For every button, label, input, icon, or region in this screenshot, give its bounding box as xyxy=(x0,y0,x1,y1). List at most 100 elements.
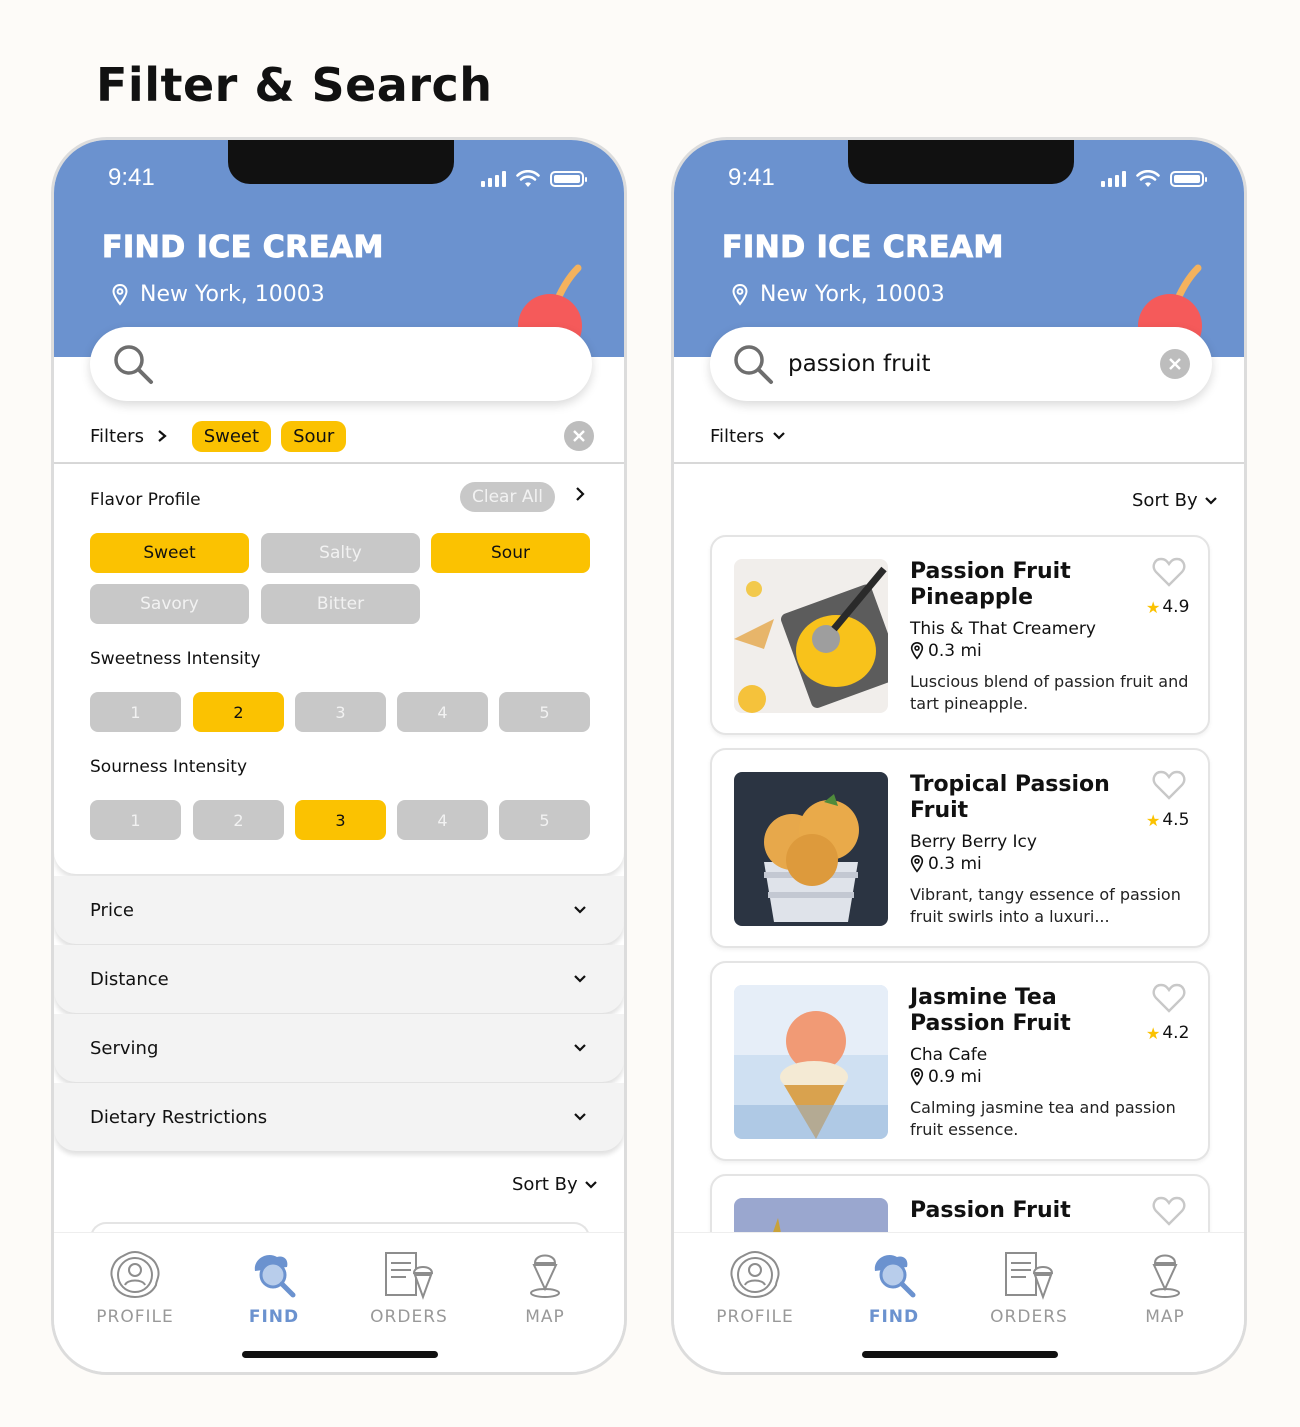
filters-label: Filters xyxy=(90,425,144,447)
tab-orders[interactable]: ORDERS xyxy=(974,1249,1084,1327)
sweetness-2[interactable]: 2 xyxy=(193,692,284,732)
heart-icon[interactable] xyxy=(1152,770,1186,800)
find-icon xyxy=(874,1254,916,1298)
clear-all-button[interactable]: Clear All xyxy=(460,482,555,512)
result-card[interactable]: Passion Fruit Pineapple ★ 4.9 This & That… xyxy=(710,535,1210,735)
status-time: 9:41 xyxy=(108,164,155,191)
location[interactable]: New York, 10003 xyxy=(112,282,325,307)
chevron-down-icon xyxy=(772,431,785,440)
tab-find[interactable]: FIND xyxy=(839,1249,949,1327)
header: 9:41 FIND ICE CREAM New York, 10003 xyxy=(54,140,624,358)
wifi-icon xyxy=(516,170,540,187)
sort-by-button[interactable]: Sort By xyxy=(1132,490,1218,511)
chevron-right-icon[interactable] xyxy=(574,486,586,502)
heart-icon[interactable] xyxy=(1152,983,1186,1013)
chevron-right-icon xyxy=(157,429,167,442)
accordion-label: Serving xyxy=(90,1037,159,1059)
tab-profile[interactable]: PROFILE xyxy=(700,1249,810,1327)
app-title: FIND ICE CREAM xyxy=(722,230,1004,266)
tab-label: MAP xyxy=(1145,1307,1185,1327)
clear-search-button[interactable] xyxy=(1160,349,1190,379)
tab-map[interactable]: MAP xyxy=(1110,1249,1220,1327)
ice-cream-photo xyxy=(734,559,888,713)
accordion-price[interactable]: Price xyxy=(54,876,624,944)
tab-map[interactable]: MAP xyxy=(490,1249,600,1327)
location-text: New York, 10003 xyxy=(760,282,945,307)
tab-label: FIND xyxy=(248,1307,300,1327)
shop-name: This & That Creamery xyxy=(910,619,1096,639)
tab-label: PROFILE xyxy=(96,1307,174,1327)
chip-sour[interactable]: Sour xyxy=(281,420,347,452)
star-icon: ★ xyxy=(1146,597,1161,617)
distance-value: 0.3 mi xyxy=(928,854,982,874)
flavor-sour[interactable]: Sour xyxy=(431,533,590,573)
tab-label: FIND xyxy=(868,1307,920,1327)
filters-label: Filters xyxy=(710,425,764,447)
location[interactable]: New York, 10003 xyxy=(732,282,945,307)
chevron-down-icon xyxy=(584,1180,597,1189)
search-bar[interactable] xyxy=(90,327,592,401)
accordion-distance[interactable]: Distance xyxy=(54,945,624,1013)
orders-icon xyxy=(1005,1252,1054,1300)
tab-label: PROFILE xyxy=(716,1307,794,1327)
flavor-salty[interactable]: Salty xyxy=(261,533,420,573)
flavor-sweet[interactable]: Sweet xyxy=(90,533,249,573)
sweetness-1[interactable]: 1 xyxy=(90,692,181,732)
sweetness-5[interactable]: 5 xyxy=(499,692,590,732)
flavor-bitter[interactable]: Bitter xyxy=(261,584,420,624)
filters-row: Filters Sweet Sour xyxy=(90,416,594,456)
wifi-icon xyxy=(1136,170,1160,187)
sourness-4[interactable]: 4 xyxy=(397,800,488,840)
status-icons xyxy=(481,170,587,188)
tab-profile[interactable]: PROFILE xyxy=(80,1249,190,1327)
result-description: Calming jasmine tea and passion fruit es… xyxy=(910,1098,1176,1139)
heart-icon[interactable] xyxy=(1152,557,1186,587)
rating: ★ 4.9 xyxy=(1146,597,1189,617)
accordion-dietary[interactable]: Dietary Restrictions xyxy=(54,1083,624,1151)
distance: 0.9 mi xyxy=(910,1067,982,1087)
tab-label: MAP xyxy=(525,1307,565,1327)
app-title: FIND ICE CREAM xyxy=(102,230,384,266)
tab-orders[interactable]: ORDERS xyxy=(354,1249,464,1327)
clear-filters-button[interactable] xyxy=(564,421,594,451)
sourness-5[interactable]: 5 xyxy=(499,800,590,840)
phone-filter-screen: 9:41 FIND ICE CREAM New York, 10003 Filt… xyxy=(51,137,627,1375)
close-icon xyxy=(1169,358,1181,370)
status-icons xyxy=(1101,170,1207,188)
sourness-2[interactable]: 2 xyxy=(193,800,284,840)
sort-by-button[interactable]: Sort By xyxy=(512,1174,598,1195)
location-pin-icon xyxy=(910,1068,924,1086)
chevron-down-icon xyxy=(574,906,586,914)
result-card[interactable]: Jasmine Tea Passion Fruit ★ 4.2 Cha Cafe … xyxy=(710,961,1210,1161)
notch xyxy=(848,140,1074,184)
sweetness-3[interactable]: 3 xyxy=(295,692,386,732)
chevron-down-icon xyxy=(574,1113,586,1121)
search-input[interactable]: passion fruit xyxy=(788,351,1160,377)
chevron-down-icon xyxy=(574,975,586,983)
signal-icon xyxy=(1101,171,1126,187)
phone-results-screen: 9:41 FIND ICE CREAM New York, 10003 pass… xyxy=(671,137,1247,1375)
result-title: Passion Fruit xyxy=(910,1198,1071,1223)
map-icon xyxy=(1150,1254,1180,1298)
result-card[interactable]: Tropical Passion Fruit ★ 4.5 Berry Berry … xyxy=(710,748,1210,948)
home-indicator xyxy=(242,1351,438,1358)
tab-find[interactable]: FIND xyxy=(219,1249,329,1327)
sourness-1[interactable]: 1 xyxy=(90,800,181,840)
result-title: Tropical Passion Fruit xyxy=(910,772,1110,823)
search-bar[interactable]: passion fruit xyxy=(710,327,1212,401)
result-title: Jasmine Tea Passion Fruit xyxy=(910,985,1071,1036)
close-icon xyxy=(573,430,585,442)
tab-label: ORDERS xyxy=(990,1307,1068,1327)
sweetness-4[interactable]: 4 xyxy=(397,692,488,732)
sweetness-label: Sweetness Intensity xyxy=(90,649,261,669)
sourness-3[interactable]: 3 xyxy=(295,800,386,840)
filters-toggle[interactable]: Filters xyxy=(710,426,786,447)
chip-sweet[interactable]: Sweet xyxy=(191,420,272,452)
heart-icon[interactable] xyxy=(1152,1196,1186,1226)
header: 9:41 FIND ICE CREAM New York, 10003 xyxy=(674,140,1244,358)
flavor-savory[interactable]: Savory xyxy=(90,584,249,624)
result-description: Vibrant, tangy essence of passion fruit … xyxy=(910,885,1181,926)
distance: 0.3 mi xyxy=(910,641,982,661)
accordion-serving[interactable]: Serving xyxy=(54,1014,624,1082)
filters-toggle[interactable]: Filters xyxy=(90,426,168,447)
